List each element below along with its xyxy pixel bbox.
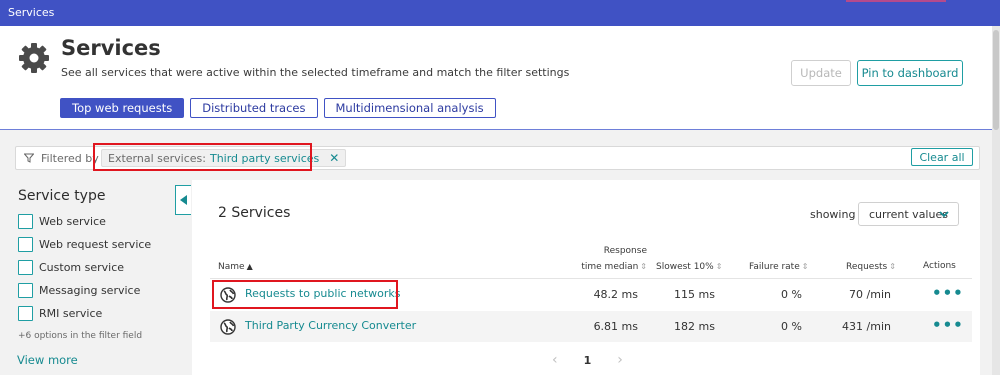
top-bar-title: Services (8, 6, 55, 19)
showing-label: showing (810, 208, 856, 221)
page-subtitle: See all services that were active within… (61, 66, 570, 79)
scrollbar-thumb[interactable] (993, 30, 999, 130)
page-title: Services (61, 36, 161, 60)
filter-chip-highlight (93, 143, 312, 171)
service-row-highlight (212, 280, 398, 309)
option-label: Web service (39, 214, 106, 228)
collapse-panel-button[interactable] (175, 185, 191, 215)
col-header-requests[interactable]: Requests ⇕ (846, 259, 896, 275)
view-tabs: Top web requests Distributed traces Mult… (60, 98, 496, 118)
pagination: ‹ 1 › (552, 352, 623, 368)
filtered-by-label: Filtered by (41, 152, 99, 165)
view-more-link[interactable]: View more (17, 353, 78, 367)
page-number[interactable]: 1 (584, 354, 592, 367)
tab-multidimensional-analysis[interactable]: Multidimensional analysis (323, 98, 496, 118)
checkbox[interactable] (18, 305, 33, 321)
table-row[interactable]: Third Party Currency Converter 6.81 ms 1… (210, 311, 972, 342)
col-header-failure-rate[interactable]: Failure rate ⇕ (749, 259, 808, 275)
more-actions-icon[interactable]: ••• (932, 316, 964, 334)
page-header: Services See all services that were acti… (0, 26, 992, 130)
services-count: 2 Services (218, 205, 291, 221)
slowest-cell: 115 ms (674, 288, 715, 301)
option-web-request-service[interactable]: Web request service (18, 236, 151, 252)
prev-page-icon[interactable]: ‹ (552, 352, 558, 368)
service-type-panel: Service type Web service Web request ser… (0, 180, 190, 375)
top-bar-accent (846, 0, 946, 2)
values-dropdown-value: current values (869, 207, 948, 221)
caret-left-icon (179, 195, 187, 205)
sort-icon: ⇕ (640, 262, 647, 271)
requests-cell: 70 /min (849, 288, 891, 301)
response-time-cell: 48.2 ms (593, 288, 638, 301)
checkbox[interactable] (18, 213, 33, 229)
sort-asc-icon: ▲ (246, 262, 253, 271)
filter-icon (24, 153, 34, 163)
scrollbar[interactable] (992, 26, 1000, 375)
option-rmi-service[interactable]: RMI service (18, 305, 102, 321)
service-type-heading: Service type (18, 188, 106, 204)
tab-distributed-traces[interactable]: Distributed traces (190, 98, 318, 118)
sort-icon: ⇕ (801, 262, 809, 271)
checkbox[interactable] (18, 282, 33, 298)
option-web-service[interactable]: Web service (18, 213, 106, 229)
checkbox[interactable] (18, 259, 33, 275)
option-custom-service[interactable]: Custom service (18, 259, 124, 275)
option-label: RMI service (39, 306, 103, 320)
option-label: Web request service (39, 237, 152, 251)
col-header-actions: Actions (923, 261, 956, 271)
more-options-note: +6 options in the filter field (18, 331, 143, 341)
services-table-panel: 2 Services showing current values Name ▲ … (192, 180, 980, 375)
failure-rate-cell: 0 % (781, 320, 802, 333)
next-page-icon[interactable]: › (617, 352, 623, 368)
update-button[interactable]: Update (791, 60, 851, 86)
col-header-slowest[interactable]: Slowest 10% ⇕ (656, 259, 722, 275)
gear-icon (19, 43, 49, 73)
option-label: Messaging service (39, 283, 141, 297)
globe-icon (220, 319, 236, 335)
checkbox[interactable] (18, 236, 33, 252)
service-name-link[interactable]: Third Party Currency Converter (245, 319, 416, 332)
option-label: Custom service (39, 260, 125, 274)
top-bar: Services (0, 0, 1000, 26)
chevron-down-icon (939, 211, 949, 218)
slowest-cell: 182 ms (674, 320, 715, 333)
col-header-name[interactable]: Name ▲ (218, 259, 253, 275)
remove-filter-icon[interactable]: ✕ (329, 151, 339, 165)
requests-cell: 431 /min (842, 320, 891, 333)
tab-top-web-requests[interactable]: Top web requests (60, 98, 185, 118)
option-messaging-service[interactable]: Messaging service (18, 282, 140, 298)
col-header-response[interactable]: Response time median ⇕ (565, 244, 647, 275)
sort-icon: ⇕ (715, 262, 723, 271)
pin-to-dashboard-button[interactable]: Pin to dashboard (857, 60, 963, 86)
sort-icon: ⇕ (889, 262, 896, 271)
response-time-cell: 6.81 ms (593, 320, 638, 333)
values-dropdown[interactable]: current values (858, 202, 959, 226)
clear-all-button[interactable]: Clear all (911, 148, 973, 166)
more-actions-icon[interactable]: ••• (932, 284, 964, 302)
failure-rate-cell: 0 % (781, 288, 802, 301)
